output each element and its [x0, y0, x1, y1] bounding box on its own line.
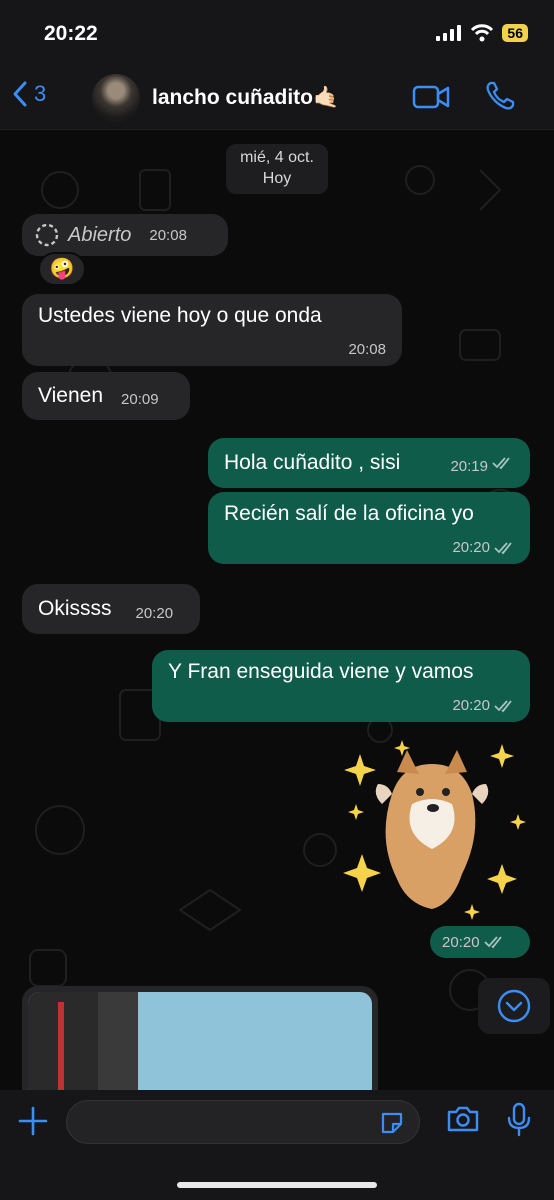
image-message[interactable]: [22, 986, 378, 1090]
status-indicators: 56: [436, 24, 528, 42]
camera-icon[interactable]: [446, 1104, 480, 1134]
sticker-timestamp: 20:20: [430, 926, 530, 958]
read-ticks-icon: [494, 541, 512, 554]
sticker-icon[interactable]: [379, 1110, 405, 1136]
message-text: Recién salí de la oficina yo: [224, 502, 474, 525]
avatar[interactable]: [92, 74, 140, 122]
message-bubble-outgoing[interactable]: Y Fran enseguida viene y vamos 20:20: [152, 650, 530, 722]
unread-count: 3: [34, 81, 47, 106]
date-label: Hoy: [262, 169, 292, 187]
message-text: Ustedes viene hoy o que onda: [38, 304, 322, 327]
message-time: 20:08: [348, 341, 386, 358]
message-input[interactable]: [66, 1100, 420, 1144]
microphone-icon[interactable]: [506, 1102, 532, 1138]
date-day: mié, 4 oct.: [240, 149, 314, 166]
message-time: 20:20: [442, 933, 480, 951]
read-ticks-icon: [483, 936, 502, 949]
phone-icon[interactable]: [484, 80, 516, 112]
message-text: Vienen: [38, 384, 104, 407]
plus-icon[interactable]: [16, 1104, 50, 1138]
dashed-circle-icon: [35, 223, 59, 247]
status-time: 20:22: [44, 22, 98, 45]
wifi-icon: [471, 24, 494, 42]
back-button[interactable]: 3: [12, 80, 46, 108]
scroll-down-icon: [497, 989, 531, 1023]
view-once-message[interactable]: Abierto 20:08: [22, 214, 228, 256]
home-indicator: [177, 1182, 377, 1188]
message-text: Y Fran enseguida viene y vamos: [168, 660, 474, 683]
reaction-badge[interactable]: 🤪: [38, 252, 86, 286]
back-chevron-icon: [13, 81, 27, 107]
view-once-label: Abierto: [68, 223, 132, 246]
chat-header: 3 lancho cuñadito🤙🏻: [0, 66, 554, 130]
message-time: 20:20: [452, 539, 490, 556]
date-separator: mié, 4 oct. Hoy: [226, 144, 328, 194]
read-ticks-icon: [492, 457, 510, 470]
chat-area[interactable]: mié, 4 oct. Hoy Abierto 20:08 🤪 Ustedes …: [0, 130, 554, 1090]
message-bubble-outgoing[interactable]: Recién salí de la oficina yo 20:20: [208, 492, 530, 564]
message-time: 20:09: [121, 390, 159, 408]
message-text: Okissss: [38, 597, 112, 620]
status-bar: 20:22 56: [0, 0, 554, 66]
message-bubble-incoming[interactable]: Vienen 20:09: [22, 372, 190, 420]
message-time: 20:20: [452, 697, 490, 714]
message-text: Hola cuñadito , sisi: [224, 451, 401, 474]
battery-indicator: 56: [502, 24, 528, 42]
contact-name[interactable]: lancho cuñadito🤙🏻: [152, 86, 339, 110]
message-time: 20:19: [450, 457, 488, 475]
image-preview[interactable]: [28, 992, 372, 1090]
input-bar: [0, 1090, 554, 1200]
video-call-icon[interactable]: [412, 82, 450, 112]
signal-icon: [436, 25, 462, 41]
corgi-sticker[interactable]: [342, 734, 530, 924]
message-bubble-incoming[interactable]: Ustedes viene hoy o que onda 20:08: [22, 294, 402, 366]
read-ticks-icon: [494, 699, 512, 712]
message-time: 20:08: [149, 226, 187, 244]
message-bubble-outgoing[interactable]: Hola cuñadito , sisi 20:19: [208, 438, 530, 488]
message-time: 20:20: [135, 604, 174, 622]
message-bubble-incoming[interactable]: Okissss 20:20: [22, 584, 200, 634]
scroll-down-button[interactable]: [478, 978, 550, 1034]
